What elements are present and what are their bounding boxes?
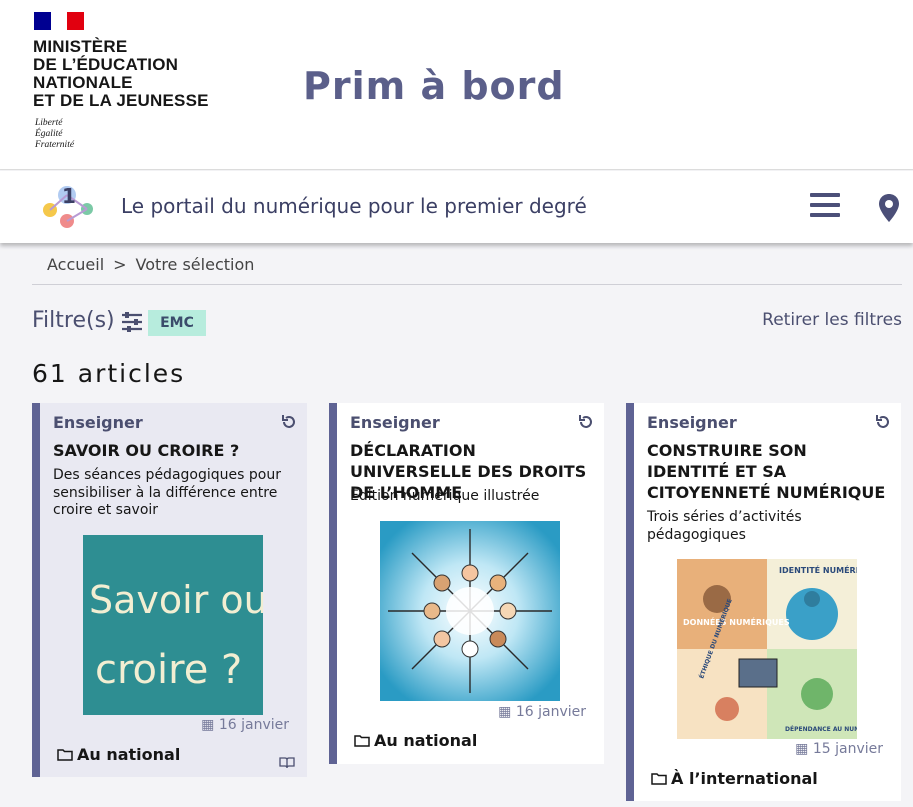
calendar-icon: ▦ <box>201 717 215 733</box>
sub-header: 1 Le portail du numérique pour le premie… <box>0 171 913 243</box>
filter-chip-emc[interactable]: EMC <box>148 310 206 336</box>
card-location: Au national <box>57 745 180 764</box>
breadcrumb-separator: > <box>113 255 127 274</box>
refresh-icon[interactable] <box>875 414 891 430</box>
card-location: À l’international <box>651 769 818 788</box>
card-location: Au national <box>354 731 477 750</box>
refresh-icon[interactable] <box>578 414 594 430</box>
republic-motto: Liberté Égalité Fraternité <box>35 118 75 150</box>
article-card[interactable]: Enseigner CONSTRUIRE SON IDENTITÉ ET SA … <box>626 403 901 801</box>
card-title[interactable]: CONSTRUIRE SON IDENTITÉ ET SA CITOYENNET… <box>647 440 892 503</box>
remove-filters-link[interactable]: Retirer les filtres <box>762 310 902 330</box>
card-category: Enseigner <box>53 413 143 432</box>
results-count: 61 articles <box>32 359 186 388</box>
menu-icon[interactable] <box>810 193 840 219</box>
svg-text:croire ?: croire ? <box>95 647 242 693</box>
refresh-icon[interactable] <box>281 414 297 430</box>
location-pin-icon[interactable] <box>878 193 900 223</box>
site-header: MINISTÈRE DE L’ÉDUCATION NATIONALE ET DE… <box>0 0 913 170</box>
calendar-icon: ▦ <box>795 741 809 757</box>
svg-text:Savoir ou: Savoir ou <box>89 578 263 622</box>
svg-text:IDENTITÉ NUMÉRIQUE: IDENTITÉ NUMÉRIQUE <box>779 564 857 575</box>
card-title[interactable]: SAVOIR OU CROIRE ? <box>53 440 298 461</box>
card-image[interactable] <box>380 521 560 701</box>
folder-icon <box>354 735 370 747</box>
card-date: ▦ 16 janvier <box>201 717 289 733</box>
ministry-name[interactable]: MINISTÈRE DE L’ÉDUCATION NATIONALE ET DE… <box>33 38 209 110</box>
breadcrumb-current: Votre sélection <box>135 255 255 274</box>
marianne-flag-logo <box>34 12 85 30</box>
filters-label[interactable]: Filtre(s) <box>32 308 115 333</box>
book-icon[interactable] <box>279 757 295 769</box>
card-image[interactable]: Savoir ou croire ? <box>83 535 263 715</box>
card-category: Enseigner <box>647 413 737 432</box>
article-card[interactable]: Enseigner DÉCLARATION UNIVERSELLE DES DR… <box>329 403 604 764</box>
breadcrumb-home-link[interactable]: Accueil <box>47 255 104 274</box>
folder-icon <box>57 749 73 761</box>
card-date: ▦ 15 janvier <box>795 741 883 757</box>
card-category: Enseigner <box>350 413 440 432</box>
card-date: ▦ 16 janvier <box>498 704 586 720</box>
card-description: Trois séries d’activités pédagogiques <box>647 509 802 543</box>
breadcrumb: Accueil > Votre sélection <box>47 255 254 274</box>
folder-icon <box>651 773 667 785</box>
card-image[interactable]: IDENTITÉ NUMÉRIQUE DONNÉES NUMÉRIQUES ÉT… <box>677 559 857 739</box>
divider <box>32 284 902 285</box>
card-description: Edition numérique illustrée <box>350 488 540 504</box>
article-card[interactable]: Enseigner SAVOIR OU CROIRE ? Des séances… <box>32 403 307 777</box>
svg-text:DÉPENDANCE AU NUMÉRIQUE: DÉPENDANCE AU NUMÉRIQUE <box>785 725 857 733</box>
filter-sliders-icon[interactable] <box>120 311 144 333</box>
prim-a-bord-logo[interactable]: 1 <box>40 181 96 231</box>
card-description: Des séances pédagogiques pour sensibilis… <box>53 467 281 518</box>
site-title[interactable]: Prim à bord <box>303 64 565 108</box>
calendar-icon: ▦ <box>498 704 512 720</box>
svg-text:DONNÉES NUMÉRIQUES: DONNÉES NUMÉRIQUES <box>683 616 790 627</box>
svg-text:1: 1 <box>62 184 76 208</box>
site-tagline: Le portail du numérique pour le premier … <box>121 194 587 218</box>
